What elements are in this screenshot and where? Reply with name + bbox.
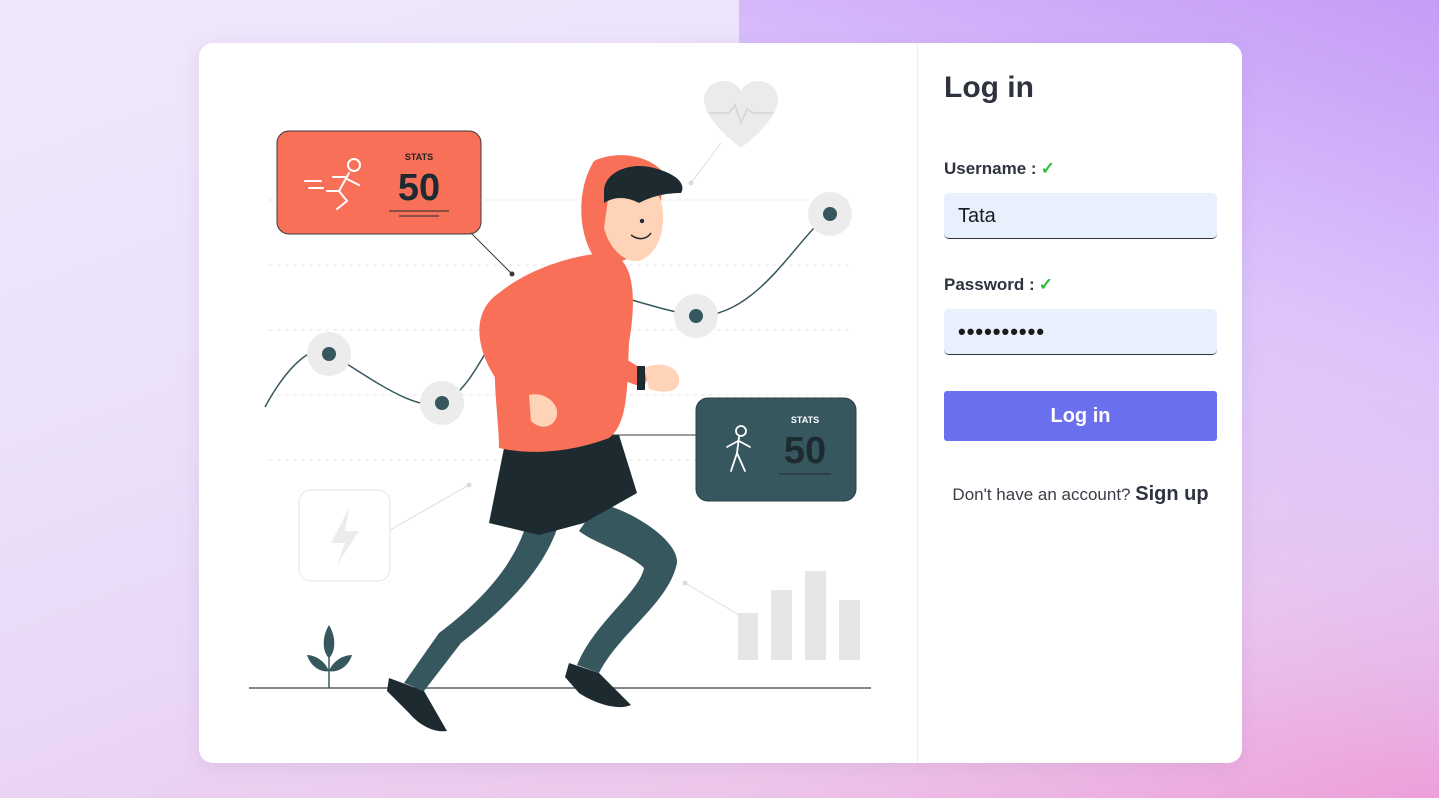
password-label: Password : ✓ [944, 275, 1053, 295]
bar-chart-icon [682, 571, 860, 660]
username-label: Username : ✓ [944, 159, 1055, 179]
login-form: Log in Username : ✓ Tata Password : ✓ ••••… [944, 43, 1217, 763]
panel-divider [917, 43, 918, 763]
signup-prompt: Don't have an account? [952, 485, 1131, 504]
stat-card-1-value: 50 [398, 167, 440, 209]
stat-card-coral: STATS 50 [276, 130, 515, 277]
stat-card-1-heading: STATS [405, 152, 433, 162]
login-card: STATS 50 STATS 50 Log in Username: ✓ Ta… [199, 43, 1242, 763]
plant-icon [307, 625, 352, 688]
page-title: Log in [944, 71, 1034, 104]
signup-link[interactable]: Sign up [1135, 483, 1208, 505]
stat-card-slate: STATS 50 [608, 397, 857, 502]
heart-icon [688, 81, 778, 186]
runner-illustration: STATS 50 STATS 50 [199, 43, 917, 763]
check-icon: ✓ [1040, 159, 1055, 178]
password-label-text: Password : [944, 275, 1035, 294]
username-field[interactable]: Tata [944, 193, 1217, 239]
lightning-icon [298, 482, 472, 582]
signup-row: Don't have an account? Sign up [944, 483, 1217, 506]
runner-figure [387, 155, 683, 732]
stat-card-2-heading: STATS [791, 415, 819, 425]
check-icon: ✓ [1038, 275, 1053, 294]
username-label-text: Username : [944, 159, 1037, 178]
login-button[interactable]: Log in [944, 391, 1217, 441]
stat-card-2-value: 50 [784, 430, 826, 472]
password-value: •••••••••• [958, 319, 1046, 344]
username-value: Tata [958, 205, 996, 227]
password-field[interactable]: •••••••••• [944, 309, 1217, 355]
